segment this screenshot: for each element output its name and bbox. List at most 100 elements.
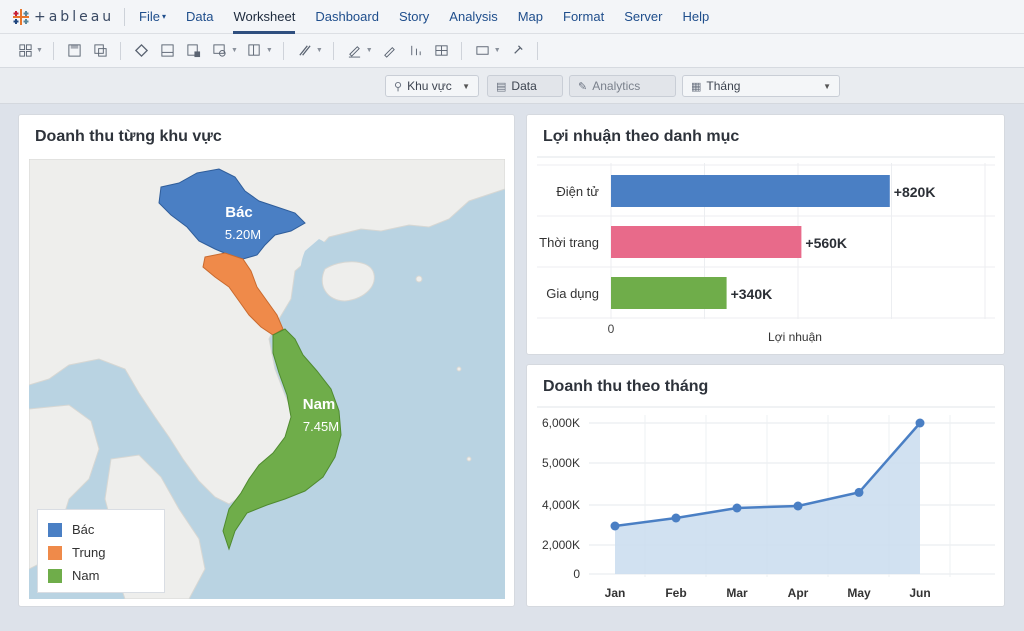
toolbar-divider	[332, 41, 334, 60]
chevron-down-icon[interactable]: ▼	[231, 47, 238, 54]
data-point[interactable]	[793, 501, 803, 511]
toolbar-divider	[282, 41, 284, 60]
y-tick-label: 6,000K	[542, 416, 580, 430]
toolbar: ▼ ▼ ▼ ▼ ▼ ▼	[0, 34, 1024, 68]
nam-label: Nam	[303, 396, 336, 413]
menu-bar: +ableau File ▾ Data Worksheet Dashboard Story…	[0, 0, 1024, 34]
chevron-down-icon: ▼	[462, 81, 470, 91]
pen-icon[interactable]	[344, 40, 366, 62]
bar-chart-panel: Lợi nhuận theo danh mục Điện tử +820K Thời…	[526, 114, 1005, 355]
data-tab[interactable]: ▤ Data	[487, 75, 563, 97]
logo-text: +ableau	[34, 8, 115, 25]
table-icon[interactable]	[431, 40, 453, 62]
chevron-down-icon[interactable]: ▼	[494, 47, 501, 54]
menu-item-label: Help	[682, 8, 710, 24]
x-tick-label: Jun	[909, 586, 930, 600]
analytics-pencil-icon: ✎	[578, 80, 588, 93]
khu-vuc-filter-pill[interactable]: ⚲ Khu vực ▼	[385, 75, 479, 97]
filter-icon[interactable]	[209, 40, 231, 62]
chevron-down-icon: ▼	[823, 81, 831, 91]
menu-item-label: Worksheet	[233, 8, 296, 24]
main-menu: File ▾ Data Worksheet Dashboard Story Analysis…	[139, 0, 729, 34]
data-point[interactable]	[610, 521, 620, 531]
legend-label: Bác	[72, 522, 95, 537]
frame-icon[interactable]	[472, 40, 494, 62]
grid-icon[interactable]	[14, 40, 36, 62]
menu-item-label: Dashboard	[315, 8, 379, 24]
y-tick-label: 2,000K	[542, 538, 580, 552]
menu-item-label: Analysis	[449, 8, 498, 24]
menu-item-label: Data	[185, 8, 214, 24]
x-tick-label: Jan	[605, 586, 626, 600]
x-tick-label: Apr	[788, 586, 809, 600]
menu-item-format[interactable]: Format	[563, 0, 604, 34]
legend-item[interactable]: Trung	[48, 541, 154, 564]
menu-item-dashboard[interactable]: Dashboard	[315, 0, 379, 34]
nam-value: 7.45M	[303, 419, 339, 434]
duplicate-icon[interactable]	[90, 40, 112, 62]
category-label: Điện tử	[556, 184, 599, 199]
chevron-down-icon[interactable]: ▼	[366, 47, 373, 54]
chevron-down-icon[interactable]: ▼	[316, 47, 323, 54]
bar[interactable]	[611, 175, 890, 207]
chevron-down-icon[interactable]: ▼	[36, 47, 43, 54]
data-point[interactable]	[915, 418, 925, 428]
thang-dropdown[interactable]: ▦ Tháng ▼	[682, 75, 840, 97]
menu-item-analysis[interactable]: Analysis	[449, 0, 497, 34]
analytics-tab-label: Analytics	[592, 79, 641, 93]
bar-data-label: +340K	[731, 286, 773, 302]
menu-item-label: File	[139, 8, 160, 24]
legend-swatch	[48, 568, 62, 583]
map-view[interactable]: Bác 5.20M Nam 7.45M Bác Trung Nam	[29, 159, 505, 599]
sort-icon[interactable]	[405, 40, 427, 62]
pencil-icon[interactable]	[379, 40, 401, 62]
legend-item[interactable]: Nam	[48, 564, 154, 587]
tableau-logo[interactable]: +ableau	[12, 8, 124, 26]
highlight-icon[interactable]	[294, 40, 316, 62]
data-point[interactable]	[732, 503, 742, 513]
menu-divider	[124, 7, 125, 26]
chevron-down-icon: ▾	[161, 12, 166, 22]
y-tick-label: 4,000K	[542, 498, 580, 512]
bac-value: 5.20M	[225, 227, 261, 242]
data-point[interactable]	[854, 487, 864, 497]
data-point[interactable]	[671, 513, 681, 523]
menu-item-file[interactable]: File ▾	[139, 0, 166, 34]
menu-item-help[interactable]: Help	[682, 0, 709, 34]
category-label: Gia dụng	[546, 286, 599, 301]
sheet-icon[interactable]	[157, 40, 179, 62]
bac-label: Bác	[225, 204, 253, 221]
bar-chart[interactable]: Điện tử +820K Thời trang +560K Gia dụng +340K…	[527, 115, 1005, 355]
x-tick-label: Feb	[665, 586, 686, 600]
menu-item-server[interactable]: Server	[624, 0, 662, 34]
new-sheet-icon[interactable]	[183, 40, 205, 62]
legend-item[interactable]: Bác	[48, 518, 154, 541]
menu-item-label: Map	[517, 8, 544, 24]
calendar-icon: ▦	[691, 80, 702, 93]
menu-item-label: Format	[563, 8, 605, 24]
save-icon[interactable]	[64, 40, 86, 62]
category-label: Thời trang	[539, 235, 599, 250]
layout-icon[interactable]	[244, 40, 266, 62]
tableau-logo-icon	[13, 8, 29, 25]
bar[interactable]	[611, 226, 802, 258]
x-tick-label: Mar	[726, 586, 748, 600]
location-pin-icon: ⚲	[394, 80, 403, 93]
line-chart-panel: Doanh thu theo tháng 0 2,000K 4,000K 5,000K…	[526, 364, 1005, 607]
menu-item-map[interactable]: Map	[518, 0, 543, 34]
chevron-down-icon[interactable]: ▼	[266, 47, 273, 54]
pin-icon[interactable]	[507, 40, 529, 62]
menu-item-story[interactable]: Story	[399, 0, 429, 34]
island	[466, 456, 472, 462]
menu-item-label: Story	[398, 8, 430, 24]
bar[interactable]	[611, 277, 727, 309]
toolbar-divider	[536, 41, 538, 60]
analytics-tab[interactable]: ✎ Analytics	[569, 75, 676, 97]
line-chart[interactable]: 0 2,000K 4,000K 5,000K 6,000K Jan Feb Mar Apr May…	[527, 365, 1005, 607]
khu-vuc-label: Khu vực	[407, 79, 452, 93]
legend-label: Nam	[72, 568, 100, 583]
menu-item-data[interactable]: Data	[186, 0, 213, 34]
tag-icon[interactable]	[131, 40, 153, 62]
data-table-icon: ▤	[496, 80, 507, 93]
menu-item-worksheet[interactable]: Worksheet	[233, 0, 295, 34]
